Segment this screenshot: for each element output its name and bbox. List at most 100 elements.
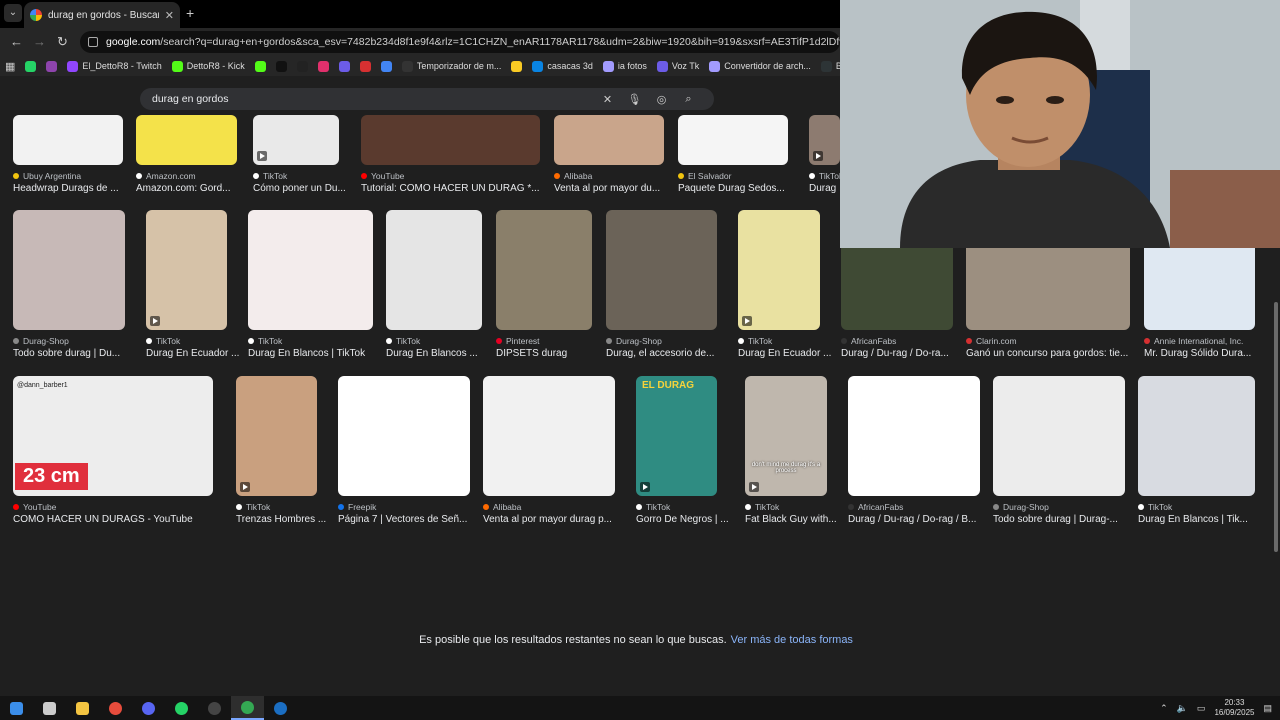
result-source[interactable]: YouTube (361, 171, 540, 181)
volume-icon[interactable]: 🔈 (1177, 703, 1188, 714)
result-source[interactable]: TikTok (809, 171, 843, 181)
result-source[interactable]: Pinterest (496, 336, 592, 346)
result-source[interactable]: Durag-Shop (13, 336, 125, 346)
result-title[interactable]: Tutorial: COMO HACER UN DURAG *... (361, 183, 554, 194)
mic-icon[interactable]: 🎙 (621, 93, 648, 106)
result-thumbnail[interactable] (236, 376, 317, 496)
result-thumbnail[interactable] (1138, 376, 1255, 496)
image-result[interactable]: TikTok Durag E... (809, 115, 854, 201)
result-source[interactable]: TikTok (146, 336, 227, 346)
result-title[interactable]: Headwrap Durags de ... (13, 183, 137, 194)
result-thumbnail[interactable] (386, 210, 482, 330)
result-source[interactable]: TikTok (253, 171, 339, 181)
reload-icon[interactable]: ↻ (57, 34, 68, 50)
result-title[interactable]: Página 7 | Vectores de Señ... (338, 514, 484, 525)
address-bar[interactable]: google.com/search?q=durag+en+gordos&sca_… (80, 31, 840, 53)
result-thumbnail[interactable] (496, 210, 592, 330)
image-result[interactable]: TikTok Trenzas Hombres ... (236, 376, 326, 532)
apps-grid-icon[interactable]: ▦ (0, 60, 20, 73)
result-source[interactable]: TikTok (248, 336, 373, 346)
image-result[interactable]: TikTok Durag En Ecuador ... (146, 210, 239, 366)
image-result[interactable]: TikTok Durag En Blancos | Tik... (1138, 376, 1255, 532)
result-title[interactable]: Gorro De Negros | ... (636, 514, 731, 525)
bookmark-12[interactable] (506, 60, 527, 72)
image-result[interactable]: 23 cm @dann_barber1 YouTube COMO HACER UN D… (13, 376, 213, 532)
image-result[interactable]: Pinterest DIPSETS durag (496, 210, 592, 366)
image-result[interactable]: Ubuy Argentina Headwrap Durags de ... (13, 115, 123, 201)
result-source[interactable]: TikTok (738, 336, 820, 346)
result-title[interactable]: Ganó un concurso para gordos: tie... (966, 348, 1144, 359)
tab-close-icon[interactable]: ✕ (165, 9, 174, 22)
result-title[interactable]: Cómo poner un Du... (253, 183, 353, 194)
bookmark-1[interactable] (41, 60, 62, 72)
taskbar-obs-button[interactable] (198, 696, 231, 720)
bookmark-7[interactable] (313, 60, 334, 72)
result-thumbnail[interactable] (738, 210, 820, 330)
result-thumbnail[interactable]: 23 cm @dann_barber1 (13, 376, 213, 496)
result-title[interactable]: Durag En Blancos | Tik... (1138, 514, 1269, 525)
result-source[interactable]: Durag-Shop (606, 336, 717, 346)
bookmark-5[interactable] (271, 60, 292, 72)
result-title[interactable]: Todo sobre durag | Du... (13, 348, 139, 359)
result-source[interactable]: Amazon.com (136, 171, 237, 181)
result-thumbnail[interactable] (483, 376, 615, 496)
result-source[interactable]: AfricanFabs (841, 336, 953, 346)
result-source[interactable]: Alibaba (483, 502, 615, 512)
image-result[interactable]: TikTok Cómo poner un Du... (253, 115, 346, 201)
result-thumbnail[interactable]: EL DURAG (636, 376, 717, 496)
result-title[interactable]: Durag / Du-rag / Do-ra... (841, 348, 967, 359)
result-thumbnail[interactable] (248, 210, 373, 330)
result-thumbnail[interactable] (678, 115, 788, 165)
result-title[interactable]: Durag En Blancos ... (386, 348, 496, 359)
result-thumbnail[interactable] (13, 115, 123, 165)
image-result[interactable]: AfricanFabs Durag / Du-rag / Do-rag / B..… (848, 376, 980, 532)
search-box[interactable]: ✕ 🎙 ◎ ⌕ (140, 88, 714, 110)
result-title[interactable]: Fat Black Guy with... (745, 514, 841, 525)
image-result[interactable]: TikTok Durag En Blancos ... (386, 210, 482, 366)
result-thumbnail[interactable] (13, 210, 125, 330)
result-source[interactable]: AfricanFabs (848, 502, 980, 512)
bookmark-8[interactable] (334, 60, 355, 72)
result-title[interactable]: Amazon.com: Gord... (136, 183, 251, 194)
image-result[interactable]: EL DURAG TikTok Gorro De Negros | ... (636, 376, 729, 532)
result-title[interactable]: Paquete Durag Sedos... (678, 183, 802, 194)
taskbar-discord-button[interactable] (132, 696, 165, 720)
result-title[interactable]: Todo sobre durag | Durag-... (993, 514, 1139, 525)
image-result[interactable]: TikTok Durag En Ecuador ... (738, 210, 831, 366)
chevron-up-icon[interactable]: ⌃ (1160, 703, 1168, 714)
result-thumbnail[interactable] (809, 115, 840, 165)
result-source[interactable]: TikTok (1138, 502, 1255, 512)
image-result[interactable]: TikTok Durag En Blancos | TikTok (248, 210, 373, 366)
bookmark-11[interactable]: Temporizador de m... (397, 60, 507, 72)
bookmark-2[interactable]: El_DettoR8 - Twitch (62, 60, 166, 72)
taskbar-chrome-button[interactable] (231, 696, 264, 720)
result-thumbnail[interactable] (606, 210, 717, 330)
bookmark-3[interactable]: DettoR8 - Kick (167, 60, 250, 72)
result-title[interactable]: Trenzas Hombres ... (236, 514, 331, 525)
search-icon[interactable]: ⌕ (675, 93, 702, 106)
camera-icon[interactable]: ◎ (648, 93, 675, 106)
search-input[interactable] (152, 93, 594, 105)
result-thumbnail[interactable] (554, 115, 664, 165)
taskbar-file-explorer-button[interactable] (66, 696, 99, 720)
image-result[interactable]: don't mind me durag it's a process TikTok… (745, 376, 837, 532)
bookmark-16[interactable]: Convertidor de arch... (704, 60, 816, 72)
result-source[interactable]: YouTube (13, 502, 213, 512)
result-source[interactable]: Alibaba (554, 171, 664, 181)
result-source[interactable]: Durag-Shop (993, 502, 1125, 512)
image-result[interactable]: Amazon.com Amazon.com: Gord... (136, 115, 237, 201)
result-title[interactable]: Durag, el accesorio de... (606, 348, 731, 359)
bookmark-4[interactable] (250, 60, 271, 72)
image-result[interactable]: Alibaba Venta al por mayor du... (554, 115, 664, 201)
result-title[interactable]: Venta al por mayor durag p... (483, 514, 629, 525)
bookmark-15[interactable]: Voz Tk (652, 60, 704, 72)
result-title[interactable]: Durag En Ecuador ... (146, 348, 241, 359)
bookmark-13[interactable]: casacas 3d (527, 60, 598, 72)
result-title[interactable]: Mr. Durag Sólido Dura... (1144, 348, 1269, 359)
result-title[interactable]: Durag / Du-rag / Do-rag / B... (848, 514, 994, 525)
bookmark-9[interactable] (355, 60, 376, 72)
tab-search-button[interactable]: ⌄ (4, 4, 22, 22)
result-source[interactable]: TikTok (386, 336, 482, 346)
result-source[interactable]: Freepik (338, 502, 470, 512)
taskbar-app-red-button[interactable] (99, 696, 132, 720)
